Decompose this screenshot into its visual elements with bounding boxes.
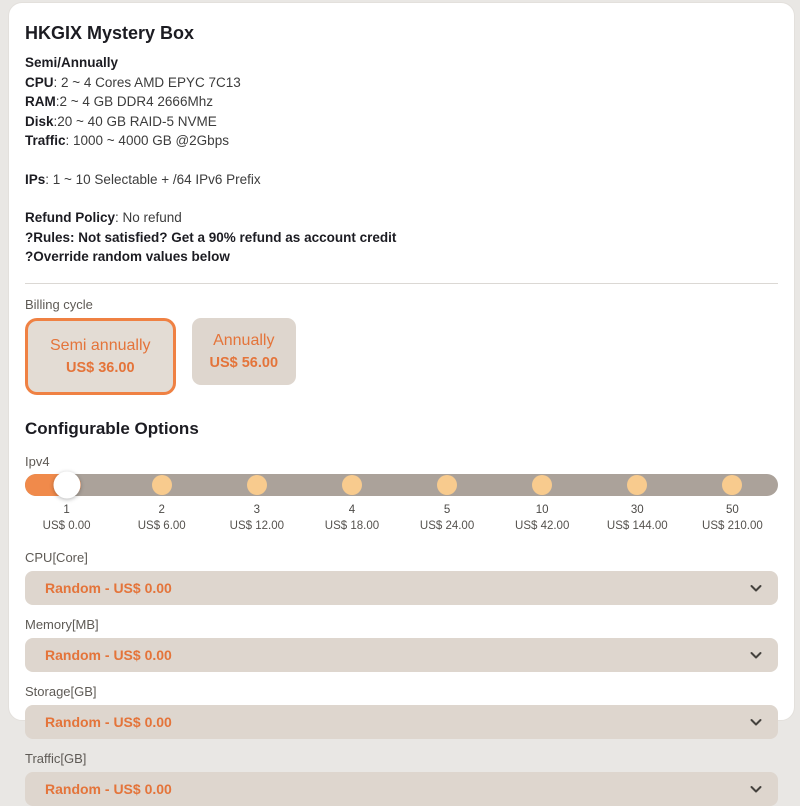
slider-tick-label: 30 US$ 144.00 <box>607 502 668 534</box>
divider <box>25 283 778 284</box>
slider-tick-dot[interactable] <box>627 475 647 495</box>
chevron-down-icon <box>748 580 764 596</box>
option-group: CPU[Core] Random - US$ 0.00 <box>25 550 778 605</box>
select-storage-gb[interactable]: Random - US$ 0.00 <box>25 705 778 739</box>
configurable-dropdowns: CPU[Core] Random - US$ 0.00 Memory[MB] R… <box>25 550 778 806</box>
slider-tick-label: 3 US$ 12.00 <box>230 502 284 534</box>
chevron-down-icon <box>748 781 764 797</box>
cpu-core-label: CPU[Core] <box>25 550 778 565</box>
product-description-line: ?Override random values below <box>25 247 778 267</box>
slider-tick-dot[interactable] <box>437 475 457 495</box>
slider-tick-label: 1 US$ 0.00 <box>43 502 91 534</box>
product-description-line: Refund Policy: No refund <box>25 208 778 228</box>
option-group: Memory[MB] Random - US$ 0.00 <box>25 617 778 672</box>
billing-cycle-options: Semi annually US$ 36.00 Annually US$ 56.… <box>25 318 778 395</box>
configurable-options-heading: Configurable Options <box>25 419 778 439</box>
billing-option-price: US$ 56.00 <box>210 355 279 371</box>
slider-tick-dot[interactable] <box>247 475 267 495</box>
slider-tick-label: 4 US$ 18.00 <box>325 502 379 534</box>
ipv4-slider-track[interactable] <box>25 474 778 496</box>
product-description-line: RAM:2 ~ 4 GB DDR4 2666Mhz <box>25 92 778 112</box>
select-memory-mb[interactable]: Random - US$ 0.00 <box>25 638 778 672</box>
slider-tick-label: 5 US$ 24.00 <box>420 502 474 534</box>
slider-tick-label: 10 US$ 42.00 <box>515 502 569 534</box>
select-value: Random - US$ 0.00 <box>45 714 172 730</box>
slider-tick-dot[interactable] <box>152 475 172 495</box>
product-config-card: HKGIX Mystery Box Semi/AnnuallyCPU: 2 ~ … <box>8 2 795 721</box>
slider-tick-dot[interactable] <box>722 475 742 495</box>
product-description-line: IPs: 1 ~ 10 Selectable + /64 IPv6 Prefix <box>25 170 778 190</box>
billing-option-name: Annually <box>210 332 279 350</box>
billing-option-price: US$ 36.00 <box>50 360 151 376</box>
slider-handle[interactable] <box>53 471 80 498</box>
slider-tick-label: 50 US$ 210.00 <box>702 502 763 534</box>
slider-tick-dot[interactable] <box>342 475 362 495</box>
product-description-line: Traffic: 1000 ~ 4000 GB @2Gbps <box>25 131 778 151</box>
product-description-line: CPU: 2 ~ 4 Cores AMD EPYC 7C13 <box>25 73 778 93</box>
chevron-down-icon <box>748 714 764 730</box>
product-title: HKGIX Mystery Box <box>25 23 778 44</box>
billing-option-name: Semi annually <box>50 337 151 355</box>
storage-gb-label: Storage[GB] <box>25 684 778 699</box>
product-description-line: Disk:20 ~ 40 GB RAID-5 NVME <box>25 112 778 132</box>
product-description-line: Semi/Annually <box>25 53 778 73</box>
billing-option-semi-annually[interactable]: Semi annually US$ 36.00 <box>25 318 176 395</box>
memory-mb-label: Memory[MB] <box>25 617 778 632</box>
select-value: Random - US$ 0.00 <box>45 781 172 797</box>
billing-option-annually[interactable]: Annually US$ 56.00 <box>192 318 297 385</box>
traffic-gb-label: Traffic[GB] <box>25 751 778 766</box>
ipv4-label: Ipv4 <box>25 454 778 469</box>
option-group: Traffic[GB] Random - US$ 0.00 <box>25 751 778 806</box>
select-value: Random - US$ 0.00 <box>45 580 172 596</box>
ipv4-tick-labels: 1 US$ 0.00 2 US$ 6.00 3 US$ 12.00 4 US$ … <box>25 502 778 542</box>
option-group: Storage[GB] Random - US$ 0.00 <box>25 684 778 739</box>
slider-tick-dot[interactable] <box>532 475 552 495</box>
product-description-line: ?Rules: Not satisfied? Get a 90% refund … <box>25 228 778 248</box>
select-traffic-gb[interactable]: Random - US$ 0.00 <box>25 772 778 806</box>
billing-cycle-label: Billing cycle <box>25 297 778 312</box>
select-cpu-core[interactable]: Random - US$ 0.00 <box>25 571 778 605</box>
chevron-down-icon <box>748 647 764 663</box>
slider-tick-label: 2 US$ 6.00 <box>138 502 186 534</box>
product-description: Semi/AnnuallyCPU: 2 ~ 4 Cores AMD EPYC 7… <box>25 53 778 267</box>
select-value: Random - US$ 0.00 <box>45 647 172 663</box>
